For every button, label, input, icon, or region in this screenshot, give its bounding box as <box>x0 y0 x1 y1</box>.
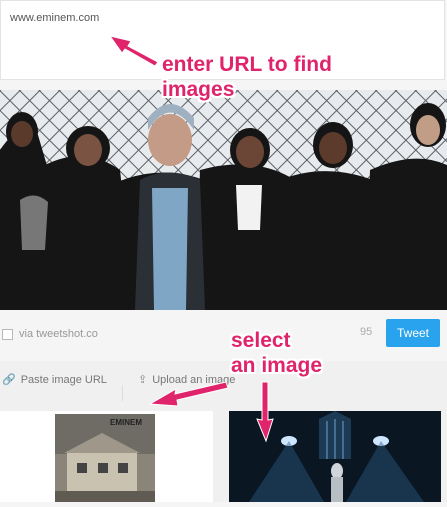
stage-photo-thumbnail <box>229 411 441 502</box>
annotation-enter-url-line1: enter URL to find <box>162 53 332 76</box>
selected-image-preview <box>0 90 447 310</box>
composer-text[interactable]: www.eminem.com <box>10 12 99 24</box>
annotation-enter-url-line2: images <box>162 78 235 101</box>
group-photo <box>0 90 447 310</box>
album-cover-thumbnail: EMINEM <box>55 414 155 502</box>
character-counter: 95 <box>360 326 373 338</box>
paste-image-url-label: Paste image URL <box>20 373 107 386</box>
annotation-select-image: select an image <box>231 328 322 378</box>
annotation-enter-url: enter URL to find images <box>162 52 332 102</box>
tweet-button[interactable]: Tweet <box>386 319 440 347</box>
annotation-select-line2: an image <box>231 354 323 377</box>
toolbar-divider <box>122 385 123 401</box>
via-checkbox[interactable] <box>2 328 13 340</box>
upload-image-button[interactable]: ⇪ Upload an image <box>138 373 236 387</box>
image-thumbnail-album[interactable]: EMINEM <box>0 411 213 502</box>
paste-image-url-button[interactable]: 🔗 Paste image URL <box>2 373 107 387</box>
album-brand-text: EMINEM <box>110 418 142 427</box>
upload-icon: ⇪ <box>138 374 148 386</box>
link-icon: 🔗 <box>2 374 16 386</box>
via-tweetshot-option[interactable]: via tweetshot.co <box>2 328 98 340</box>
image-thumbnail-stage[interactable] <box>229 411 441 502</box>
via-label: via tweetshot.co <box>19 328 98 340</box>
annotation-select-line1: select <box>231 329 291 352</box>
composer-footer: via tweetshot.co 95 Tweet <box>0 316 447 350</box>
upload-image-label: Upload an image <box>152 373 236 386</box>
